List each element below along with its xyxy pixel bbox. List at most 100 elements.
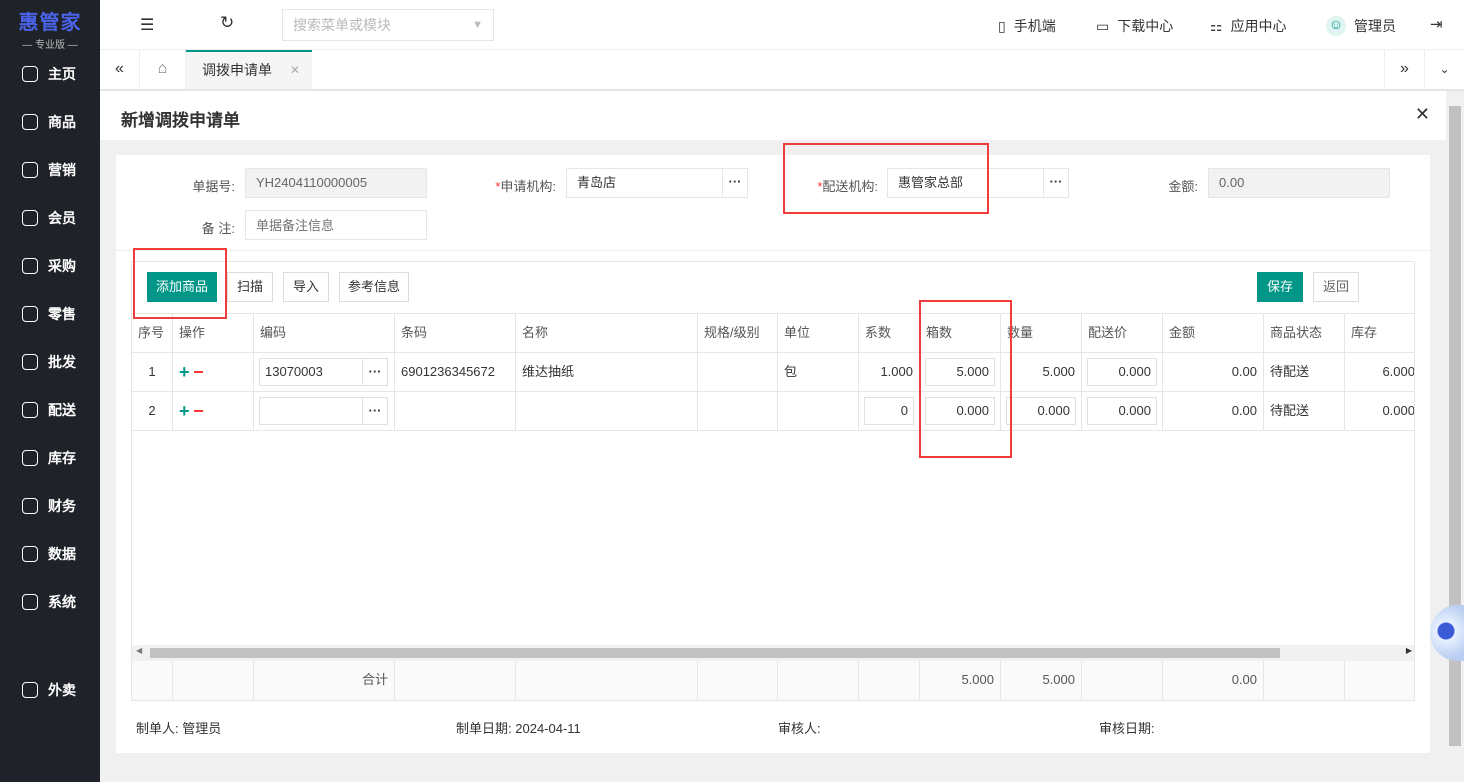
apps-link[interactable]: ⚏ 应用中心 xyxy=(1210,16,1287,36)
highlight-add-product xyxy=(133,248,227,319)
sidebar-item-0[interactable]: 主页 xyxy=(0,50,100,98)
add-row-icon[interactable]: + xyxy=(179,362,190,382)
remove-row-icon[interactable]: − xyxy=(193,401,204,421)
column-header: 规格/级别 xyxy=(704,325,760,340)
tabs-menu-icon[interactable]: ⌄ xyxy=(1424,50,1464,89)
apply-org-label: *申请机构: xyxy=(470,176,556,195)
bike-icon xyxy=(22,682,38,698)
price-input[interactable]: 0.000 xyxy=(1087,358,1157,386)
sidebar-item-3[interactable]: 会员 xyxy=(0,194,100,242)
stock-value: 0.000 xyxy=(1382,403,1415,418)
column-header-11[interactable]: 金额 xyxy=(1163,314,1264,353)
vertical-scrollbar[interactable] xyxy=(1446,91,1464,782)
product-picker-icon[interactable]: ··· xyxy=(362,397,388,425)
column-header-10[interactable]: 配送价 xyxy=(1082,314,1163,353)
import-button[interactable]: 导入 xyxy=(283,272,329,302)
remove-row-icon[interactable]: − xyxy=(193,362,204,382)
logout-icon[interactable]: ⇥ xyxy=(1430,15,1443,33)
logo-subtitle: — 专业版 — xyxy=(22,40,78,51)
monitor-icon: ▭ xyxy=(1096,17,1110,34)
total-cell xyxy=(173,661,254,700)
sidebar-item-5[interactable]: 零售 xyxy=(0,290,100,338)
cart-icon xyxy=(22,258,38,274)
column-header-4[interactable]: 名称 xyxy=(516,314,698,353)
items-grid: 序号 操作 编码 条码 名称 规格/级别 单位 系数 箱数 数量 配送价 金额 商品状态 库存 1 + −13… xyxy=(131,261,1415,701)
factor-value: 1.000 xyxy=(880,364,913,379)
dist-org-picker-icon[interactable]: ··· xyxy=(1043,168,1069,198)
sidebar-item-12[interactable]: 外卖 xyxy=(0,666,100,714)
user-menu[interactable]: ☺ 管理员 xyxy=(1326,16,1396,36)
close-dialog-icon[interactable]: ✕ xyxy=(1415,104,1430,125)
total-cell xyxy=(778,661,859,700)
yen-icon xyxy=(22,498,38,514)
product-picker-icon[interactable]: ··· xyxy=(362,358,388,386)
sidebar-item-8[interactable]: 库存 xyxy=(0,434,100,482)
table-cell-price: 0.000 xyxy=(1082,392,1163,431)
total-cell xyxy=(698,661,778,700)
column-header-3[interactable]: 条码 xyxy=(395,314,516,353)
column-header-7[interactable]: 系数 xyxy=(859,314,920,353)
assistant-robot-icon[interactable] xyxy=(1430,605,1464,661)
menu-search-select[interactable]: 搜索菜单或模块 ▼ xyxy=(282,9,494,41)
refresh-icon[interactable]: ↻ xyxy=(220,13,234,33)
price-input[interactable]: 0.000 xyxy=(1087,397,1157,425)
sidebar-item-4[interactable]: 采购 xyxy=(0,242,100,290)
column-header: 配送价 xyxy=(1088,325,1128,340)
doc-no-label: 单据号: xyxy=(192,179,235,194)
column-header-6[interactable]: 单位 xyxy=(778,314,859,353)
column-header: 单位 xyxy=(784,325,811,340)
dialog-title: 新增调拨申请单 xyxy=(121,111,240,130)
stock-value: 6.000 xyxy=(1382,364,1415,379)
download-link[interactable]: ▭ 下载中心 xyxy=(1096,16,1173,36)
truck-icon xyxy=(22,402,38,418)
sidebar-item-label: 主页 xyxy=(48,66,76,82)
table-cell-unit: 包 xyxy=(778,353,859,392)
back-button[interactable]: 返回 xyxy=(1313,272,1359,302)
apply-org-field[interactable]: 青岛店 xyxy=(566,168,723,198)
sidebar-item-7[interactable]: 配送 xyxy=(0,386,100,434)
total-boxes: 5.000 xyxy=(961,672,994,687)
sidebar-item-11[interactable]: 系统 xyxy=(0,578,100,626)
mobile-link[interactable]: ▯ 手机端 xyxy=(998,16,1056,36)
sidebar-item-2[interactable]: 营销 xyxy=(0,146,100,194)
sidebar-item-6[interactable]: 批发 xyxy=(0,338,100,386)
add-row-icon[interactable]: + xyxy=(179,401,190,421)
column-header-1[interactable]: 操作 xyxy=(173,314,254,353)
apps-label: 应用中心 xyxy=(1230,18,1287,34)
tabs-scroll-left-icon[interactable]: « xyxy=(100,50,140,89)
tab-transfer-request[interactable]: 调拨申请单 ✕ xyxy=(186,50,312,89)
name-value: 维达抽纸 xyxy=(522,364,575,379)
table-cell-amount: 0.00 xyxy=(1163,392,1264,431)
table-cell-qty: 5.000 xyxy=(1001,353,1082,392)
sidebar-item-9[interactable]: 财务 xyxy=(0,482,100,530)
tabs-scroll-right-icon[interactable]: » xyxy=(1384,50,1424,89)
reference-info-button[interactable]: 参考信息 xyxy=(339,272,409,302)
code-input[interactable] xyxy=(259,397,363,425)
column-header-13[interactable]: 库存 xyxy=(1345,314,1414,353)
table-cell-code: 13070003 ··· xyxy=(254,353,395,392)
table-cell-qty: 0.000 xyxy=(1001,392,1082,431)
total-cell xyxy=(516,661,698,700)
close-tab-icon[interactable]: ✕ xyxy=(290,52,300,88)
qty-input[interactable]: 0.000 xyxy=(1006,397,1076,425)
column-header-12[interactable]: 商品状态 xyxy=(1264,314,1345,353)
column-header-2[interactable]: 编码 xyxy=(254,314,395,353)
scan-button[interactable]: 扫描 xyxy=(227,272,273,302)
remark-input[interactable] xyxy=(245,210,427,240)
code-input[interactable]: 13070003 xyxy=(259,358,363,386)
home-tab-icon[interactable]: ⌂ xyxy=(140,50,186,89)
table-cell-spec xyxy=(698,392,778,431)
column-header-9[interactable]: 数量 xyxy=(1001,314,1082,353)
column-header-0[interactable]: 序号 xyxy=(132,314,173,353)
apply-org-picker-icon[interactable]: ··· xyxy=(722,168,748,198)
table-cell-no: 1 xyxy=(132,353,173,392)
save-button[interactable]: 保存 xyxy=(1257,272,1303,302)
factor-input[interactable]: 0 xyxy=(864,397,914,425)
column-header-5[interactable]: 规格/级别 xyxy=(698,314,778,353)
sidebar-item-1[interactable]: 商品 xyxy=(0,98,100,146)
collapse-menu-icon[interactable]: ☰ xyxy=(140,15,154,35)
tab-label: 调拨申请单 xyxy=(202,62,272,78)
table-cell-actions: + − xyxy=(173,392,254,431)
sidebar-item-10[interactable]: 数据 xyxy=(0,530,100,578)
horizontal-scrollbar[interactable]: ◀ ▶ xyxy=(132,645,1414,661)
